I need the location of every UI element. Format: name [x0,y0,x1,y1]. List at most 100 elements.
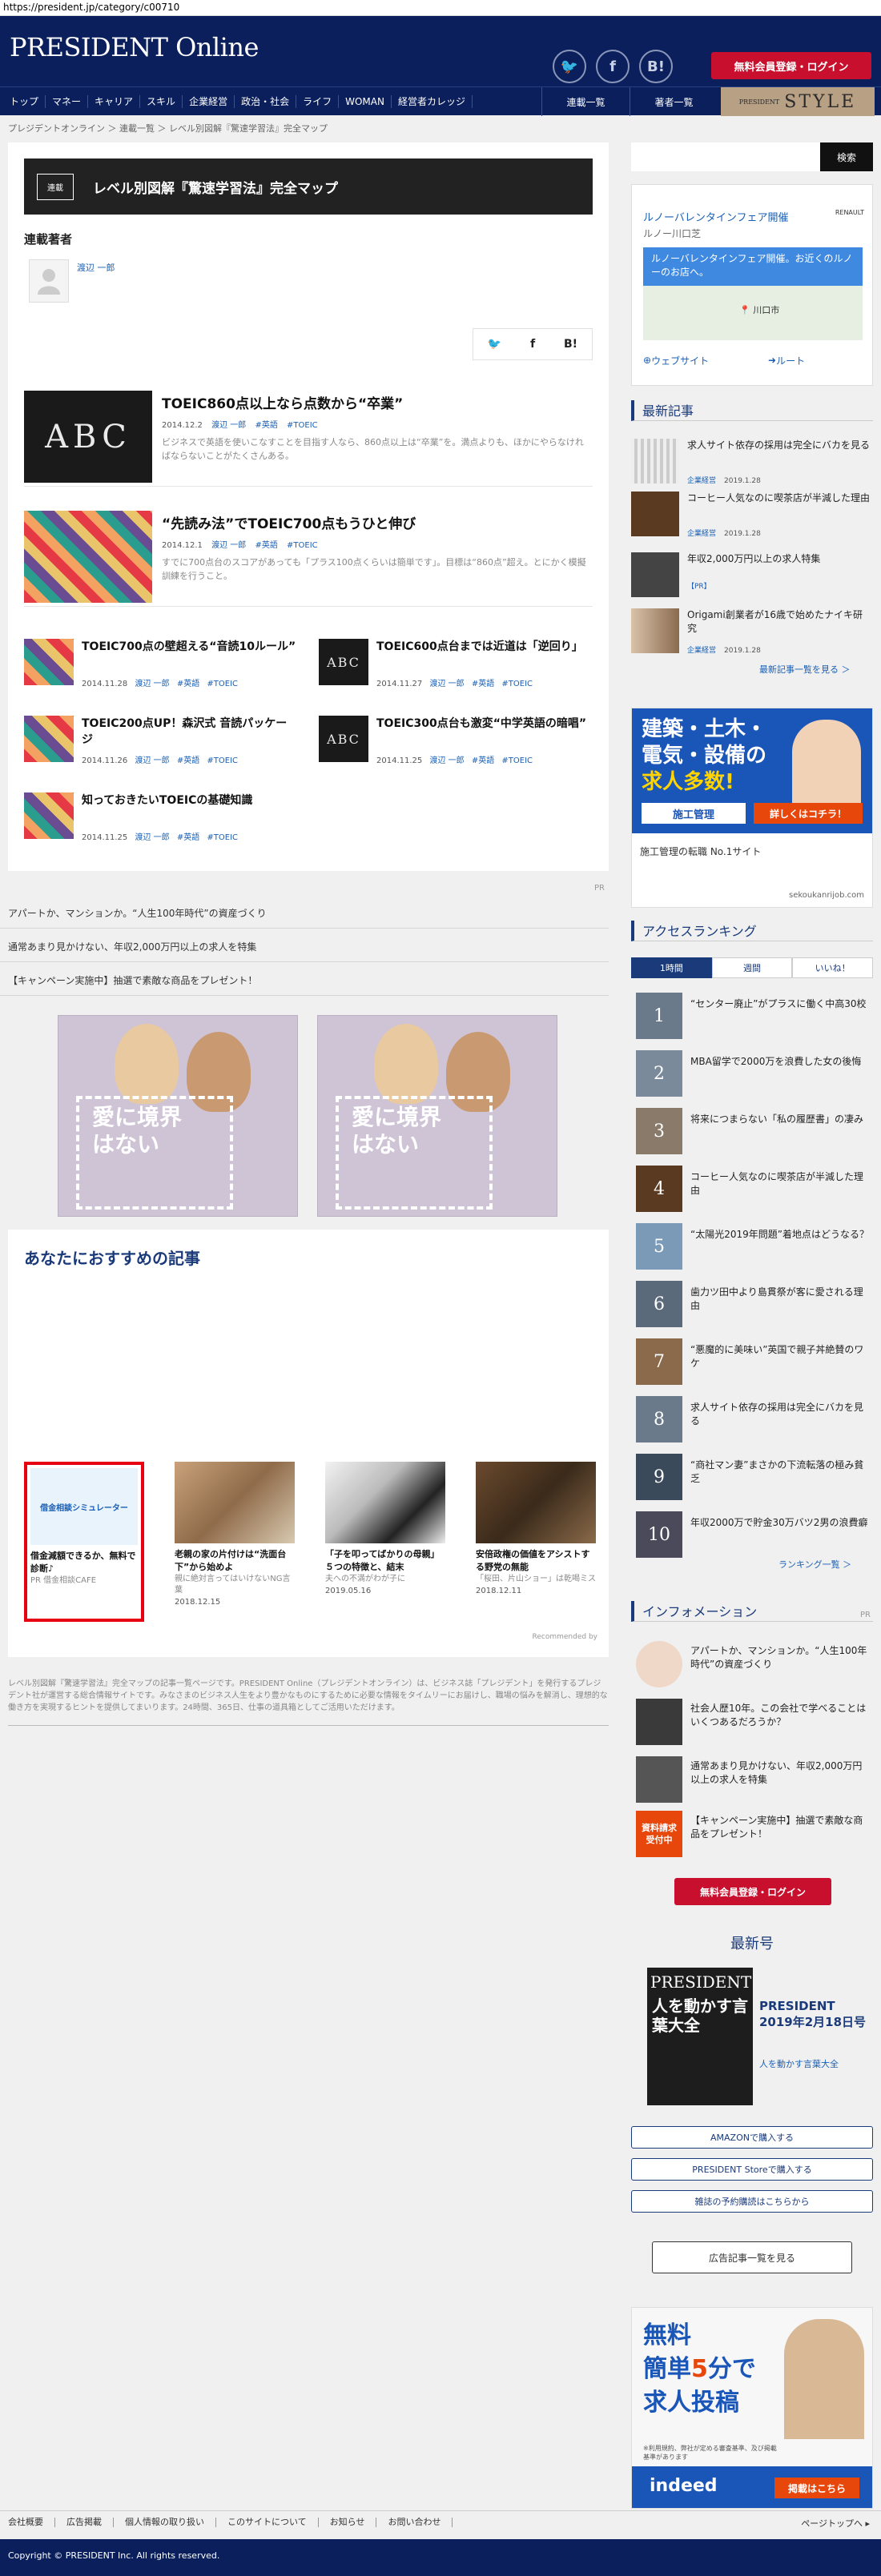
article-thumbnail[interactable]: ABC [24,391,152,483]
buy-store-button[interactable]: PRESIDENT Storeで購入する [631,2158,873,2181]
avatar[interactable] [29,259,69,303]
ad-banner[interactable]: 愛に境界はない [317,1015,557,1217]
tab-week[interactable]: 週間 [711,957,793,978]
tab-like[interactable]: いいね！ [792,957,874,978]
indeed-ad[interactable]: 無料 簡単5分で 求人投稿 ※利用規約、弊社が定める審査基準、及び掲載基準があり… [631,2307,873,2509]
ranking-item[interactable]: 3 将来につまらない「私の履歴書」の凄み [631,1108,873,1159]
recommend-card-highlight[interactable]: 借金相談シミュレーター 借金減額できるか、無料で診断♪ PR 借金相談CAFE [24,1462,144,1622]
recommend-image[interactable] [325,1462,445,1543]
article-thumbnail[interactable] [24,716,74,762]
ranking-item[interactable]: 5 “太陽光2019年問題”着地点はどうなる？ [631,1223,873,1274]
article-tag[interactable]: #英語 [472,756,494,765]
article-tag[interactable]: #TOEIC [207,680,238,688]
article-card[interactable]: TOEIC200点UP！森沢式 音読パッケージ 2014.11.26 渡辺 一郎… [24,716,296,768]
article-tag[interactable]: #TOEIC [501,756,533,765]
ranking-thumb[interactable]: 2 [636,1050,682,1097]
article-tag[interactable]: #英語 [177,756,199,765]
article-tag[interactable]: #TOEIC [501,680,533,688]
ranking-title[interactable]: MBA留学で2000万を浪費した女の後悔 [690,1055,871,1069]
recommend-card[interactable]: 「子を叩ってばかりの母親」５つの特徴と、結末 夫への不満がわが子に 2019.0… [325,1462,445,1595]
article-author[interactable]: 渡辺 一郎 [135,680,169,688]
article-author[interactable]: 渡辺 一郎 [211,421,246,430]
author-link[interactable]: 渡辺 一郎 [77,261,115,274]
buy-amazon-button[interactable]: AMAZONで購入する [631,2126,873,2149]
ranking-title[interactable]: コーヒー人気なのに喫茶店が半減した理由 [690,1170,871,1198]
info-title[interactable]: アパートか、マンションか。“人生100年時代”の資産づくり [690,1644,871,1671]
issue-sub[interactable]: 人を動かす言葉大全 [759,2057,839,2070]
search-button[interactable]: 検索 [820,142,873,171]
page-top-link[interactable]: ページトップへ ▸ [801,2517,870,2530]
article-author[interactable]: 渡辺 一郎 [429,680,464,688]
footer-link-about[interactable]: このサイトについて [216,2517,319,2527]
nav-series-list[interactable]: 連載一覧 [541,87,630,116]
pr-link[interactable]: 通常あまり見かけない、年収2,000万円以上の求人を特集 [0,929,609,962]
article-title[interactable]: 知っておきたいTOEICの基礎知識 [82,792,296,809]
info-title[interactable]: 社会人歴10年。この会社で学べることはいくつあるだろうか？ [690,1702,871,1729]
article-card[interactable]: ABC TOEIC300点台も激変“中学英語の暗唱” 2014.11.25 渡辺… [319,716,591,768]
url-bar[interactable]: https://president.jp/category/c00710 [0,0,881,16]
ranking-item[interactable]: 9 “商社マン妻”まさかの下流転落の極み貧乏 [631,1454,873,1505]
article-author[interactable]: 渡辺 一郎 [429,756,464,765]
ranking-title[interactable]: 年収2000万で貯金30万バツ2男の浪費癖 [690,1516,871,1530]
latest-title[interactable]: 求人サイト依存の採用は完全にバカを見る [687,439,871,452]
article-title[interactable]: TOEIC600点台までは近道は「逆回り」 [376,639,591,655]
nav-item-politics[interactable]: 政治・社会 [235,94,297,108]
recommend-title[interactable]: 「子を叩ってばかりの母親」５つの特徴と、結末 [325,1548,445,1574]
latest-title[interactable]: コーヒー人気なのに喫茶店が半減した理由 [687,492,871,505]
recommend-card[interactable]: 老親の家の片付けは“洗面台下”から始めよ 親に絶対言ってはいけないNG言葉 20… [175,1462,295,1607]
ranking-title[interactable]: “センター廃止”がプラスに働く中高30校 [690,997,871,1011]
article-thumbnail[interactable]: ABC [319,639,368,685]
ranking-item[interactable]: 2 MBA留学で2000万を浪費した女の後悔 [631,1050,873,1101]
nav-item-college[interactable]: 経営者カレッジ [392,94,473,108]
nav-item-woman[interactable]: WOMAN [339,94,392,108]
latest-item[interactable]: 年収2,000万円以上の求人特集 【PR】 [631,552,873,602]
info-item[interactable]: 通常あまり見かけない、年収2,000万円以上の求人を特集 [631,1756,873,1808]
article-tag[interactable]: #英語 [255,421,277,430]
recommend-title[interactable]: 老親の家の片付けは“洗面台下”から始めよ [175,1548,295,1574]
ranking-title[interactable]: “悪魔的に美味い”英国で親子丼絶賛のワケ [690,1343,871,1370]
issue-name[interactable]: PRESIDENT 2019年2月18日号 [759,1998,871,2030]
info-thumb[interactable] [636,1641,682,1687]
map-ad-title[interactable]: ルノーバレンタインフェア開催 [643,209,788,224]
hatena-icon[interactable]: B! [639,50,673,83]
footer-link-news[interactable]: お知らせ [319,2517,377,2527]
facebook-icon[interactable]: f [596,50,630,83]
ranking-thumb[interactable]: 1 [636,993,682,1039]
article-card[interactable]: ABC TOEIC860点以上なら点数から“卒業” 2014.12.2 渡辺 一… [24,391,593,487]
ad-domain[interactable]: sekoukanrijob.com [789,891,864,900]
latest-item[interactable]: 求人サイト依存の採用は完全にバカを見る 企業経営 2019.1.28 [631,439,873,488]
ranking-thumb[interactable]: 4 [636,1166,682,1212]
footer-link-privacy[interactable]: 個人情報の取り扱い [114,2517,216,2527]
article-title[interactable]: TOEIC700点の壁超える“音読10ルール” [82,639,296,655]
latest-more-link[interactable]: 最新記事一覧を見る ＞ [759,663,851,676]
article-thumbnail[interactable] [24,639,74,685]
article-author[interactable]: 渡辺 一郎 [135,833,169,842]
info-title[interactable]: 【キャンペーン実施中】抽選で素敵な商品をプレゼント！ [690,1814,871,1841]
latest-item[interactable]: コーヒー人気なのに喫茶店が半減した理由 企業経営 2019.1.28 [631,492,873,541]
nav-item-career[interactable]: キャリア [88,94,141,108]
nav-item-skill[interactable]: スキル [140,94,183,108]
president-style-link[interactable]: PRESIDENT STYLE [721,87,875,116]
twitter-icon[interactable]: 🐦 [488,338,501,351]
footer-link-contact[interactable]: お問い合わせ [376,2517,453,2527]
nav-item-life[interactable]: ライフ [296,94,340,108]
article-title[interactable]: “先読み法”でTOEIC700点もうひと伸び [162,512,416,532]
ad-list-button[interactable]: 広告記事一覧を見る [652,2241,852,2273]
nav-item-money[interactable]: マネー [46,94,89,108]
pr-link[interactable]: 【キャンペーン実施中】抽選で素敵な商品をプレゼント！ [0,962,609,996]
twitter-icon[interactable]: 🐦 [553,50,586,83]
ranking-thumb[interactable]: 3 [636,1108,682,1154]
tab-hour[interactable]: 1時間 [631,957,712,978]
article-tag[interactable]: #英語 [177,833,199,842]
nav-item-management[interactable]: 企業経営 [183,94,235,108]
article-author[interactable]: 渡辺 一郎 [211,541,246,550]
article-tag[interactable]: #英語 [177,680,199,688]
ranking-thumb[interactable]: 10 [636,1511,682,1558]
article-card[interactable]: ABC TOEIC600点台までは近道は「逆回り」 2014.11.27 渡辺 … [319,639,591,692]
ranking-item[interactable]: 4 コーヒー人気なのに喫茶店が半減した理由 [631,1166,873,1217]
nav-author-list[interactable]: 著者一覧 [630,87,718,116]
ranking-thumb[interactable]: 9 [636,1454,682,1500]
info-item[interactable]: 社会人歴10年。この会社で学べることはいくつあるだろうか？ [631,1699,873,1750]
subscribe-button[interactable]: 雑誌の予約購読はこちらから [631,2190,873,2213]
recommend-image[interactable]: 借金相談シミュレーター [30,1468,138,1545]
